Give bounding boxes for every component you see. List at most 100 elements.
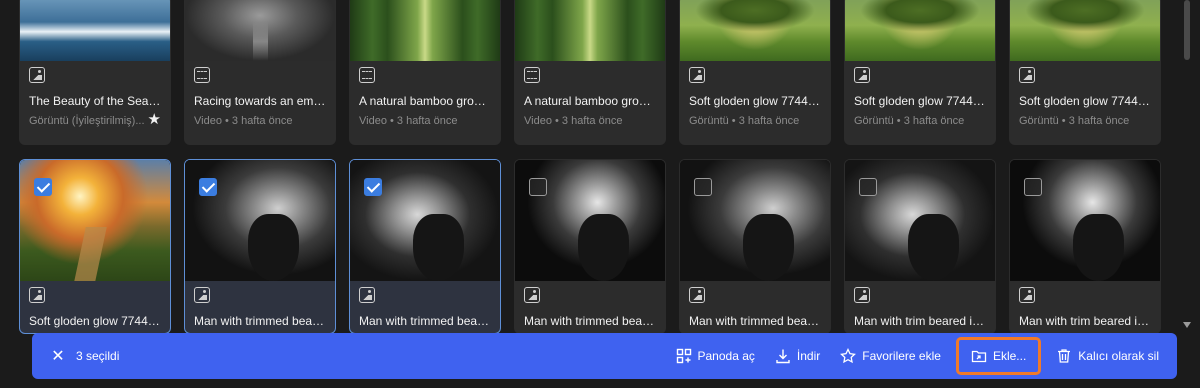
thumbnail[interactable] (515, 0, 665, 61)
select-checkbox[interactable] (859, 178, 877, 196)
image-type-icon (194, 287, 210, 303)
select-checkbox[interactable] (34, 178, 52, 196)
asset-card[interactable]: Man with trimmed beared... (349, 159, 501, 334)
asset-title: Man with trim beared in... (1019, 314, 1151, 328)
select-checkbox[interactable] (364, 178, 382, 196)
asset-subtitle: Video • 3 hafta önce (359, 115, 458, 127)
scroll-down-arrow-icon[interactable] (1183, 322, 1191, 328)
asset-card[interactable]: Man with trimmed beared... (184, 159, 336, 334)
meadow-image (845, 0, 995, 61)
scrollbar-thumb[interactable] (1184, 0, 1190, 60)
image-type-icon (29, 67, 45, 83)
image-type-icon (359, 287, 375, 303)
image-type-icon (524, 287, 540, 303)
thumbnail[interactable] (845, 0, 995, 61)
thumbnail[interactable] (1010, 160, 1160, 281)
image-type-icon (854, 287, 870, 303)
action-buttons: Panoda aç İndir Favorilere ekle Ekle... … (664, 333, 1178, 379)
asset-title: A natural bamboo grove... (359, 94, 491, 108)
asset-card[interactable]: Man with trim beared in... (844, 159, 996, 334)
thumbnail[interactable] (515, 160, 665, 281)
thumbnail[interactable] (185, 0, 335, 61)
image-type-icon (689, 287, 705, 303)
asset-subtitle: Video • 3 hafta önce (194, 115, 293, 127)
meadow-image (680, 0, 830, 61)
star-icon (840, 348, 857, 364)
asset-card[interactable]: The Beauty of the SeaThe... Görüntü (İyi… (19, 0, 171, 145)
asset-card[interactable]: Soft gloden glow 77440428... (19, 159, 171, 334)
favorite-star-icon[interactable]: ★ (148, 110, 161, 128)
vertical-scrollbar[interactable] (1182, 0, 1192, 330)
asset-subtitle: Görüntü • 3 hafta önce (854, 115, 965, 127)
download-button[interactable]: İndir (767, 340, 828, 372)
asset-card[interactable]: Man with trimmed beared... (679, 159, 831, 334)
download-icon (776, 349, 790, 364)
asset-card[interactable]: Soft gloden glow 77440426... Görüntü • 3… (679, 0, 831, 145)
board-icon (676, 348, 691, 364)
download-label: İndir (796, 349, 821, 363)
asset-card[interactable]: Racing towards an empty... Video • 3 haf… (184, 0, 336, 145)
thumbnail[interactable] (350, 160, 500, 281)
thumbnail[interactable] (350, 0, 500, 61)
sea-image (20, 0, 170, 61)
asset-card[interactable]: Soft gloden glow 77440429... Görüntü • 3… (844, 0, 996, 145)
asset-card[interactable]: Man with trim beared in... (1009, 159, 1161, 334)
asset-title: Soft gloden glow 77440428... (29, 314, 161, 328)
selected-count: 3 seçildi (76, 349, 120, 363)
asset-subtitle: Görüntü (İyileştirilmiş)... (29, 115, 145, 127)
select-checkbox[interactable] (694, 178, 712, 196)
image-type-icon (854, 67, 870, 83)
asset-title: Soft gloden glow 77440427... (1019, 94, 1151, 108)
asset-title: Man with trimmed beared... (524, 314, 656, 328)
thumbnail[interactable] (680, 0, 830, 61)
trash-icon (1058, 349, 1071, 363)
thumbnail[interactable] (20, 0, 170, 61)
asset-title: Man with trimmed beared... (194, 314, 326, 328)
video-type-icon (194, 67, 210, 83)
asset-title: Soft gloden glow 77440429... (854, 94, 986, 108)
thumbnail[interactable] (1010, 0, 1160, 61)
video-type-icon (359, 67, 375, 83)
asset-subtitle: Video • 3 hafta önce (524, 115, 623, 127)
select-checkbox[interactable] (199, 178, 217, 196)
select-checkbox[interactable] (529, 178, 547, 196)
close-icon[interactable]: ✕ (40, 333, 76, 379)
add-to-label: Ekle... (992, 349, 1027, 363)
video-type-icon (524, 67, 540, 83)
delete-permanently-button[interactable]: Kalıcı olarak sil (1048, 340, 1167, 372)
asset-title: Man with trimmed beared... (689, 314, 821, 328)
image-type-icon (1019, 67, 1035, 83)
add-to-favorites-button[interactable]: Favorilere ekle (832, 340, 949, 372)
bamboo-image (350, 0, 500, 61)
asset-title: Racing towards an empty... (194, 94, 326, 108)
asset-title: The Beauty of the SeaThe... (29, 94, 161, 108)
asset-title: A natural bamboo grove... (524, 94, 656, 108)
asset-card[interactable]: Soft gloden glow 77440427... Görüntü • 3… (1009, 0, 1161, 145)
asset-subtitle: Görüntü • 3 hafta önce (689, 115, 800, 127)
tunnel-image (185, 0, 335, 61)
asset-card[interactable]: A natural bamboo grove... Video • 3 haft… (349, 0, 501, 145)
asset-title: Man with trimmed beared... (359, 314, 491, 328)
select-checkbox[interactable] (1024, 178, 1042, 196)
thumbnail[interactable] (845, 160, 995, 281)
asset-card[interactable]: Man with trimmed beared... (514, 159, 666, 334)
image-type-icon (29, 287, 45, 303)
delete-permanently-label: Kalıcı olarak sil (1078, 349, 1159, 363)
thumbnail[interactable] (680, 160, 830, 281)
add-to-button[interactable]: Ekle... (955, 337, 1042, 375)
add-to-favorites-label: Favorilere ekle (862, 349, 941, 363)
folder-add-icon (971, 350, 987, 363)
asset-title: Soft gloden glow 77440426... (689, 94, 821, 108)
open-in-board-label: Panoda aç (697, 349, 755, 363)
asset-card[interactable]: A natural bamboo grove... Video • 3 haft… (514, 0, 666, 145)
asset-title: Man with trim beared in... (854, 314, 986, 328)
open-in-board-button[interactable]: Panoda aç (668, 340, 763, 372)
asset-subtitle: Görüntü • 3 hafta önce (1019, 115, 1130, 127)
selection-action-bar: ✕ 3 seçildi Panoda aç İndir Favorilere e… (32, 333, 1177, 379)
thumbnail[interactable] (185, 160, 335, 281)
image-type-icon (689, 67, 705, 83)
bamboo-image (515, 0, 665, 61)
image-type-icon (1019, 287, 1035, 303)
meadow-image (1010, 0, 1160, 61)
thumbnail[interactable] (20, 160, 170, 281)
